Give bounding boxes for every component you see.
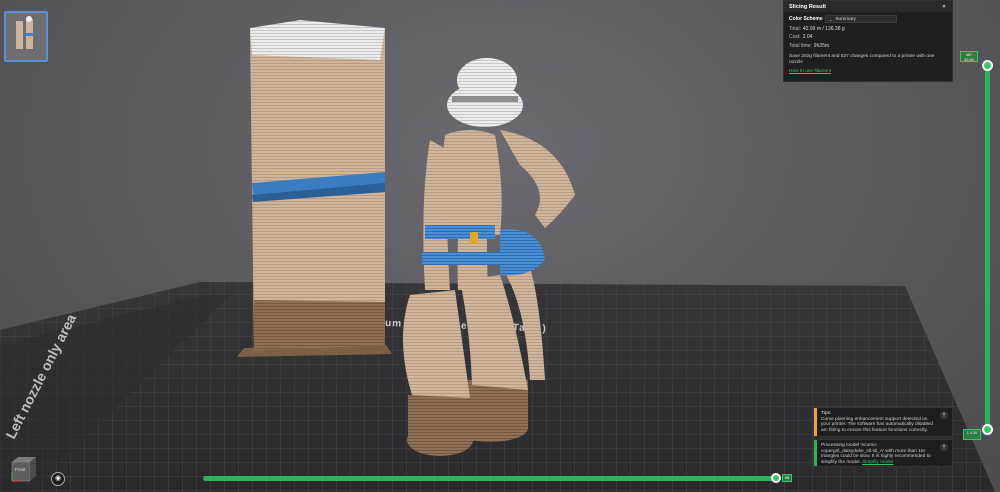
plate-thumbnail[interactable] (4, 11, 48, 62)
cost-value: 2.04 (802, 34, 813, 40)
filament-help-link[interactable]: How to use filament (789, 69, 947, 74)
notice-accent-bar (814, 440, 817, 466)
view-cube[interactable]: Front (6, 454, 38, 484)
close-icon[interactable]: × (940, 443, 948, 451)
savings-note: Save 202g filament and 537 changes compa… (789, 53, 935, 65)
total-label: Total: (789, 25, 801, 32)
color-scheme-select[interactable]: ⌄ Summary (825, 15, 897, 23)
time-label: Total time: (789, 42, 812, 49)
cube-face-label: Front (15, 467, 26, 472)
tips-body: Curve planning enhancement support detec… (821, 416, 933, 433)
slicing-result-panel: Slicing Result ▼ Color Scheme ⌄ Summary … (783, 0, 953, 82)
chevron-down-icon: ⌄ (829, 16, 833, 22)
color-scheme-value: Summary (835, 16, 856, 22)
result-title: Slicing Result (789, 3, 826, 10)
layers-icon: ◉ (54, 475, 62, 482)
notice-accent-bar (814, 408, 817, 436)
total-value: 42.99 m / 136.38 g (802, 25, 845, 32)
layer-top-handle[interactable] (982, 60, 993, 71)
move-slider-label: 65 (782, 474, 792, 482)
prime-tower (237, 20, 392, 357)
collapse-icon[interactable]: ▼ (941, 4, 947, 10)
tips-notification: Tips: Curve planning enhancement support… (813, 407, 953, 437)
layer-bottom-label: 1 0.20 (963, 429, 981, 440)
result-header[interactable]: Slicing Result ▼ (784, 1, 952, 12)
layer-top-label: 487 52.45 (960, 51, 978, 62)
layer-bottom-handle[interactable] (982, 424, 993, 435)
figure-thumbnail-icon (16, 16, 34, 49)
3d-viewport[interactable]: Left nozzle only area um ate ( SuperTack… (0, 0, 1000, 492)
cost-label: Cost: (789, 34, 801, 40)
move-slider-track[interactable] (203, 476, 779, 481)
color-scheme-label: Color Scheme (789, 16, 823, 22)
move-slider-handle[interactable] (771, 473, 781, 483)
layer-slider-track[interactable] (985, 63, 990, 433)
processing-notification: Processing model 'ecomo-copergirl_daisyd… (813, 439, 953, 467)
time-value: 9h25m (813, 42, 830, 49)
view-options-button[interactable]: ◉ (51, 472, 65, 486)
close-icon[interactable]: × (940, 411, 948, 419)
simplify-model-link[interactable]: Simplify model (862, 460, 893, 465)
